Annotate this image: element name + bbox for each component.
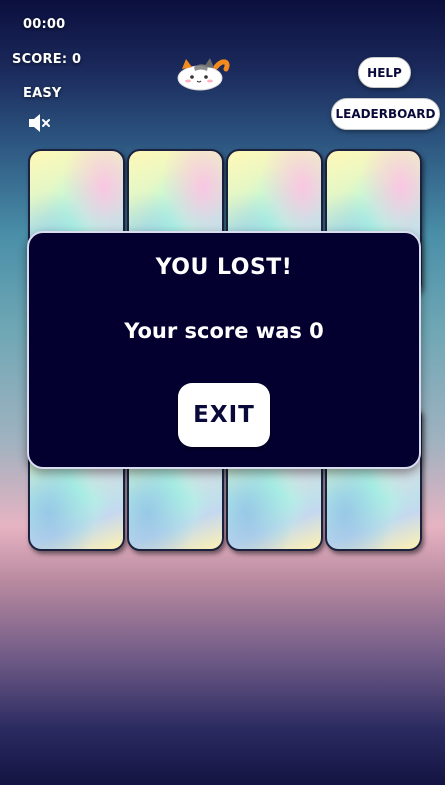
game-over-dialog: YOU LOST! Your score was 0 EXIT (27, 231, 421, 469)
dialog-title: YOU LOST! (155, 255, 293, 280)
speaker-muted-icon[interactable] (27, 111, 53, 135)
timer: 00:00 (23, 17, 66, 32)
score-label: SCORE: 0 (12, 52, 82, 67)
help-button[interactable]: HELP (358, 57, 411, 88)
difficulty-label: EASY (23, 86, 62, 101)
final-score-message: Your score was 0 (124, 319, 324, 343)
leaderboard-button[interactable]: LEADERBOARD (331, 98, 440, 130)
cat-mascot-icon (174, 53, 230, 91)
exit-button[interactable]: EXIT (178, 383, 270, 447)
